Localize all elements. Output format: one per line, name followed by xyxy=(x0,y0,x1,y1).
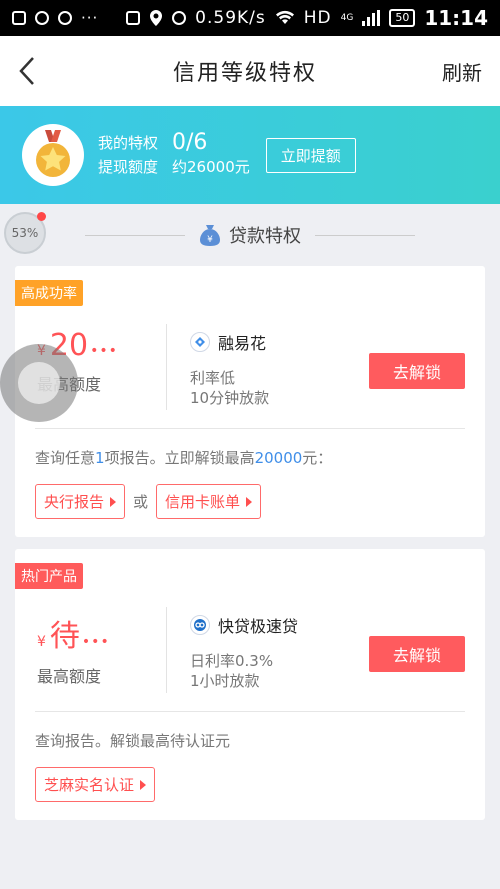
card-tag: 高成功率 xyxy=(15,280,83,306)
battery-indicator: 50 xyxy=(389,9,416,27)
signal-icon xyxy=(362,10,381,26)
credit-card-bill-button[interactable]: 信用卡账单 xyxy=(156,484,262,519)
back-button[interactable] xyxy=(18,56,48,86)
notification-dot xyxy=(37,212,46,221)
banner-labels: 我的特权 提现额度 xyxy=(98,131,158,179)
status-bar-left: ··· xyxy=(12,9,98,27)
signal-label: 4G xyxy=(340,13,354,23)
triangle-right-icon xyxy=(246,496,253,507)
limit-label: 提现额度 xyxy=(98,158,159,176)
vertical-divider xyxy=(166,607,167,693)
limit-value: 约26000元 xyxy=(172,158,250,176)
link-label: 央行报告 xyxy=(44,493,105,511)
currency-symbol: ¥ xyxy=(37,634,46,650)
loan-card-top: 高成功率 ¥ 20 ••• 最高额度 融易花 利率低 10分钟放款 去解锁 xyxy=(15,266,485,428)
sesame-verification-button[interactable]: 芝麻实名认证 xyxy=(35,767,156,802)
status-bar: ··· 0.59K/s HD 4G 50 11:14 xyxy=(0,0,500,36)
product-name: 快贷极速贷 xyxy=(218,617,299,636)
progress-value: 53% xyxy=(11,226,39,240)
progress-badge[interactable]: 53% xyxy=(4,212,46,254)
location-icon xyxy=(150,10,163,26)
network-speed: 0.59K/s xyxy=(195,8,266,28)
alarm-icon xyxy=(172,11,187,25)
divider-line xyxy=(85,234,185,236)
product-name: 融易花 xyxy=(218,334,267,353)
money-bag-icon: ¥ xyxy=(200,225,220,246)
refresh-button[interactable]: 刷新 xyxy=(442,57,482,86)
record-icon xyxy=(58,11,72,25)
loan-card: 高成功率 ¥ 20 ••• 最高额度 融易花 利率低 10分钟放款 去解锁 xyxy=(15,266,485,537)
chevron-left-icon xyxy=(19,57,34,85)
product-desc-line: 利率低 xyxy=(190,369,236,387)
privilege-label: 我的特权 xyxy=(98,134,159,152)
amount-value: 待 xyxy=(49,619,80,654)
qq-icon xyxy=(35,11,49,25)
product-description: 利率低 10分钟放款 xyxy=(190,368,269,408)
amount-mask: ••• xyxy=(81,634,110,650)
more-notifications-icon: ··· xyxy=(81,9,99,27)
nav-bar: 信用等级特权 刷新 xyxy=(0,36,500,106)
banner-values: 0/6 约26000元 xyxy=(172,131,250,179)
amount-mask: ••• xyxy=(90,343,118,359)
max-amount: ¥ 待 ••• xyxy=(37,611,165,655)
privilege-banner: 我的特权 提现额度 0/6 约26000元 立即提额 xyxy=(0,106,500,204)
product-description: 日利率0.3% 1小时放款 xyxy=(190,651,298,691)
amount-column: ¥ 待 ••• 最高额度 xyxy=(37,611,165,687)
report-links: 芝麻实名认证 xyxy=(35,767,465,802)
wifi-icon xyxy=(275,10,294,24)
product-logo-icon xyxy=(190,332,210,352)
section-title: ¥ 贷款特权 xyxy=(199,222,301,248)
loan-card: 热门产品 ¥ 待 ••• 最高额度 快贷极速贷 日利率0.3% 1小时放款 去解… xyxy=(15,549,485,820)
star-medal-icon xyxy=(36,130,70,177)
triangle-right-icon xyxy=(110,496,117,507)
loan-card-top: 热门产品 ¥ 待 ••• 最高额度 快贷极速贷 日利率0.3% 1小时放款 去解… xyxy=(15,549,485,711)
medal-avatar xyxy=(22,124,84,186)
message-icon xyxy=(12,11,26,25)
unlock-button[interactable]: 去解锁 xyxy=(369,636,465,672)
nfc-icon xyxy=(126,11,141,25)
report-links: 央行报告 或 信用卡账单 xyxy=(35,484,465,519)
privilege-count: 0/6 xyxy=(172,130,208,155)
product-desc-line: 1小时放款 xyxy=(190,672,260,690)
network-type: HD xyxy=(303,8,332,28)
hint-amount: 20000 xyxy=(254,449,303,467)
product-column: 快贷极速贷 日利率0.3% 1小时放款 xyxy=(190,613,298,691)
status-bar-right: 0.59K/s HD 4G 50 11:14 xyxy=(126,6,488,30)
amount-label: 最高额度 xyxy=(37,667,102,686)
loan-card-bottom: 查询任意1项报告。立即解锁最高20000元： 央行报告 或 信用卡账单 xyxy=(15,429,485,537)
page-title: 信用等级特权 xyxy=(172,61,317,86)
unlock-hint: 查询任意1项报告。立即解锁最高20000元： xyxy=(35,447,465,468)
section-title-text: 贷款特权 xyxy=(229,226,301,247)
product-desc-line: 日利率0.3% xyxy=(190,652,274,670)
link-label: 信用卡账单 xyxy=(165,493,241,511)
product-desc-line: 10分钟放款 xyxy=(190,389,270,407)
product-name-row: 快贷极速贷 xyxy=(190,613,298,637)
unlock-hint: 查询报告。解锁最高待认证元 xyxy=(35,732,231,750)
product-logo-icon xyxy=(190,615,210,635)
card-tag: 热门产品 xyxy=(15,563,83,589)
product-column: 融易花 利率低 10分钟放款 xyxy=(190,330,269,408)
divider-line xyxy=(315,234,415,236)
or-text: 或 xyxy=(133,493,149,511)
product-name-row: 融易花 xyxy=(190,330,269,354)
hint-text: 查询任意 xyxy=(35,449,96,467)
raise-limit-button[interactable]: 立即提额 xyxy=(265,137,356,173)
triangle-right-icon xyxy=(140,779,147,790)
status-time: 11:14 xyxy=(424,6,488,30)
hint-count: 1 xyxy=(95,449,105,467)
central-bank-report-button[interactable]: 央行报告 xyxy=(35,484,126,519)
hint-text: 元： xyxy=(302,449,333,467)
link-label: 芝麻实名认证 xyxy=(44,776,135,794)
hint-text: 项报告。立即解锁最高 xyxy=(104,449,255,467)
assistive-touch-inner xyxy=(18,362,60,404)
unlock-button[interactable]: 去解锁 xyxy=(369,353,465,389)
loan-card-bottom: 查询报告。解锁最高待认证元 芝麻实名认证 xyxy=(15,712,485,820)
svg-text:¥: ¥ xyxy=(207,235,213,245)
assistive-touch-ball[interactable] xyxy=(0,344,78,422)
section-header: 53% ¥ 贷款特权 xyxy=(0,204,500,266)
vertical-divider xyxy=(166,324,167,410)
